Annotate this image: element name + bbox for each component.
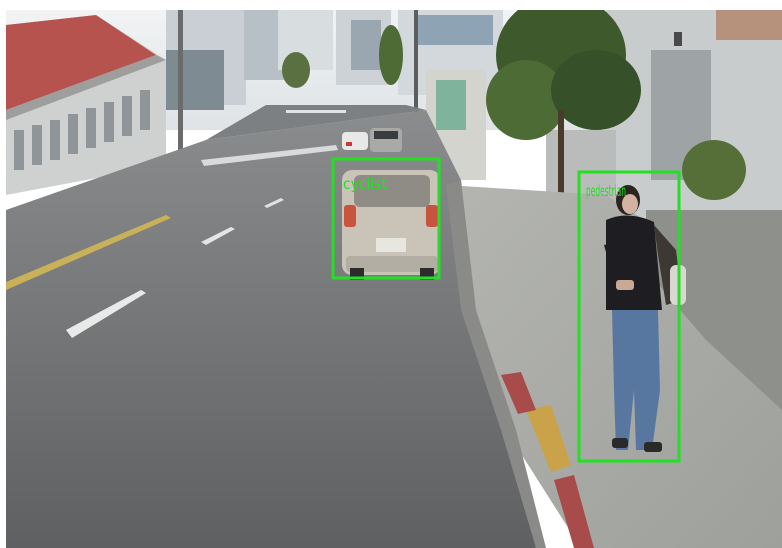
- image-frame: cyclist pedestrian: [0, 0, 782, 548]
- scene-svg: cyclist pedestrian: [6, 10, 782, 548]
- street-scene: cyclist pedestrian: [6, 10, 782, 548]
- utility-pole-left: [178, 10, 183, 160]
- detection-label-cyclist: cyclist: [343, 175, 387, 193]
- detection-label-pedestrian: pedestrian: [586, 182, 626, 200]
